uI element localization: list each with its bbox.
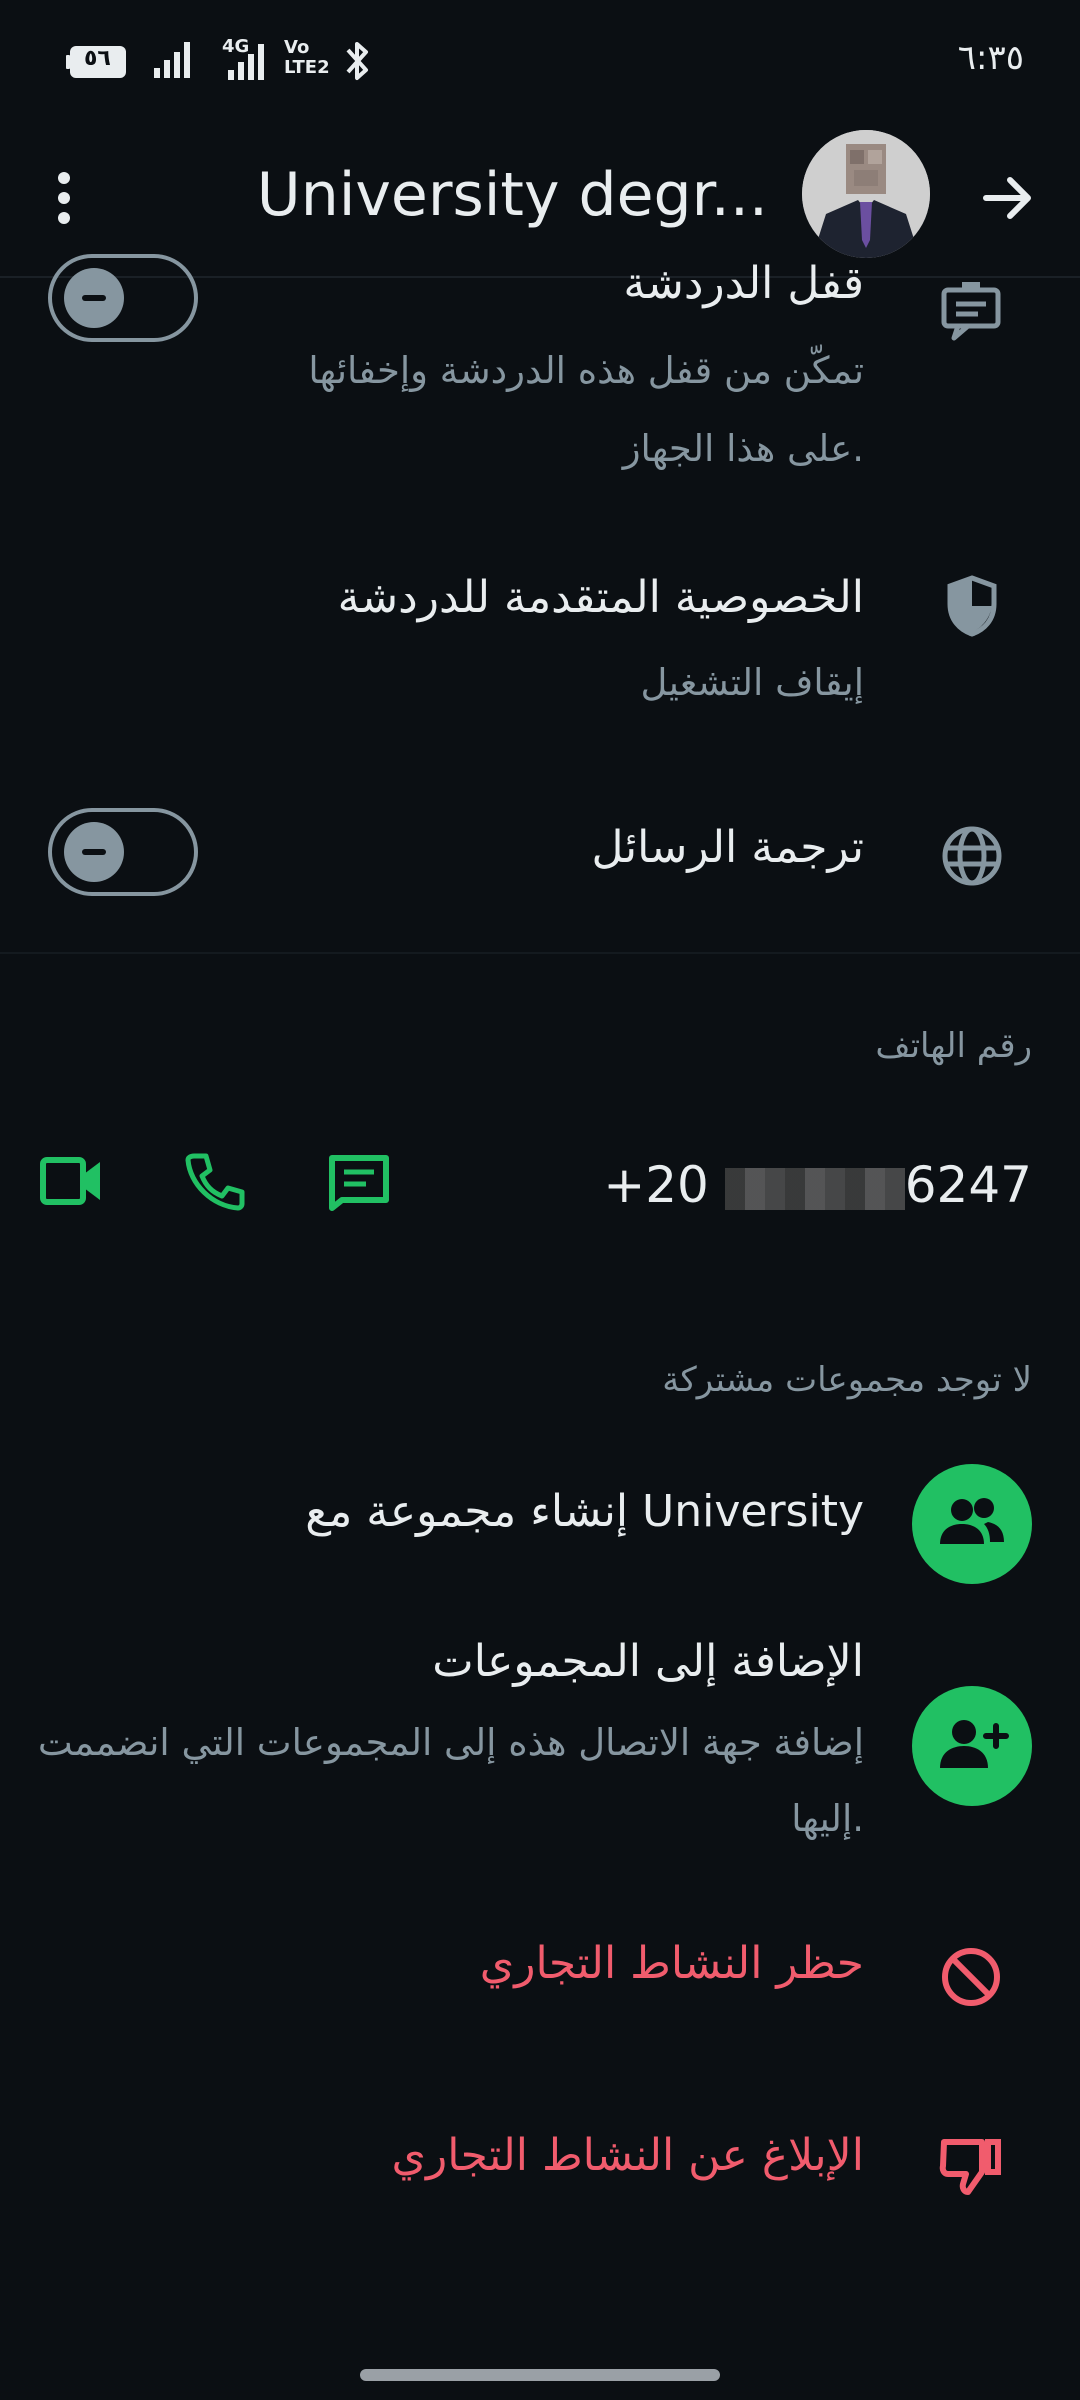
phone-number[interactable]: +20 6247 [603,1156,1032,1214]
add-group-icon [912,1686,1032,1806]
volte-label: Vo LTE2 [284,37,330,78]
translate-toggle[interactable] [48,808,198,896]
advanced-privacy-subtitle: إيقاف التشغيل [640,661,864,704]
globe-icon [940,824,1004,892]
block-icon [940,1946,1002,2012]
block-business-label: حظر النشاط التجاري [479,1938,864,1989]
section-divider [0,952,1080,954]
shield-icon [944,574,1000,642]
clock: ٦:٣٥ [957,38,1024,78]
group-icon [912,1464,1032,1584]
phone-prefix: +20 [603,1156,709,1214]
add-to-groups-row[interactable]: الإضافة إلى المجموعات إضافة جهة الاتصال … [0,1620,1080,1860]
network-type-label: 4G [222,36,250,57]
chat-lock-subtitle-2: على هذا الجهاز. [622,427,864,470]
battery-level: ٥٦ [84,46,111,71]
video-call-icon[interactable] [40,1154,104,1212]
translate-messages-row[interactable]: ترجمة الرسائل [0,790,1080,920]
create-group-row[interactable]: إنشاء مجموعة مع University [0,1460,1080,1590]
bluetooth-icon [344,40,372,86]
voice-call-icon[interactable] [184,1150,246,1216]
add-to-groups-subtitle-2: إليها. [791,1797,864,1840]
phone-suffix: 6247 [904,1156,1032,1214]
toggle-knob [64,822,124,882]
status-bar: ٥٦ 4G Vo LTE2 ٦:٣٥ [0,0,1080,120]
signal-4g-icon: 4G [210,36,274,86]
report-business-row[interactable]: الإبلاغ عن النشاط التجاري [0,2112,1080,2222]
chat-lock-icon [940,282,1002,346]
message-icon[interactable] [326,1154,392,1216]
phone-label: رقم الهاتف [875,1026,1032,1066]
chat-lock-subtitle-1: تمكّن من قفل هذه الدردشة وإخفائها [308,349,864,392]
arrow-right-icon[interactable] [978,168,1038,232]
block-business-row[interactable]: حظر النشاط التجاري [0,1920,1080,2030]
report-business-label: الإبلاغ عن النشاط التجاري [391,2130,864,2181]
signal-icon [152,40,196,84]
chat-lock-toggle[interactable] [48,254,198,342]
add-to-groups-title: الإضافة إلى المجموعات [432,1636,864,1687]
chat-lock-title: قفل الدردشة [623,258,864,309]
phone-redacted [724,1167,905,1210]
contact-name[interactable]: University degr... [257,160,768,230]
home-indicator[interactable] [360,2369,720,2381]
advanced-privacy-title: الخصوصية المتقدمة للدردشة [337,572,864,623]
chat-lock-row[interactable]: قفل الدردشة تمكّن من قفل هذه الدردشة وإخ… [0,254,1080,508]
add-to-groups-subtitle-1: إضافة جهة الاتصال هذه إلى المجموعات التي… [37,1721,864,1764]
thumbs-down-icon [938,2134,1004,2202]
create-group-label: إنشاء مجموعة مع University [305,1486,864,1537]
advanced-privacy-row[interactable]: الخصوصية المتقدمة للدردشة إيقاف التشغيل [0,540,1080,720]
toggle-knob [64,268,124,328]
translate-title: ترجمة الرسائل [591,822,865,873]
battery-icon: ٥٦ [66,44,130,80]
common-groups-label: لا توجد مجموعات مشتركة [662,1360,1032,1400]
more-vert-icon[interactable] [44,166,84,230]
avatar[interactable] [802,130,930,258]
